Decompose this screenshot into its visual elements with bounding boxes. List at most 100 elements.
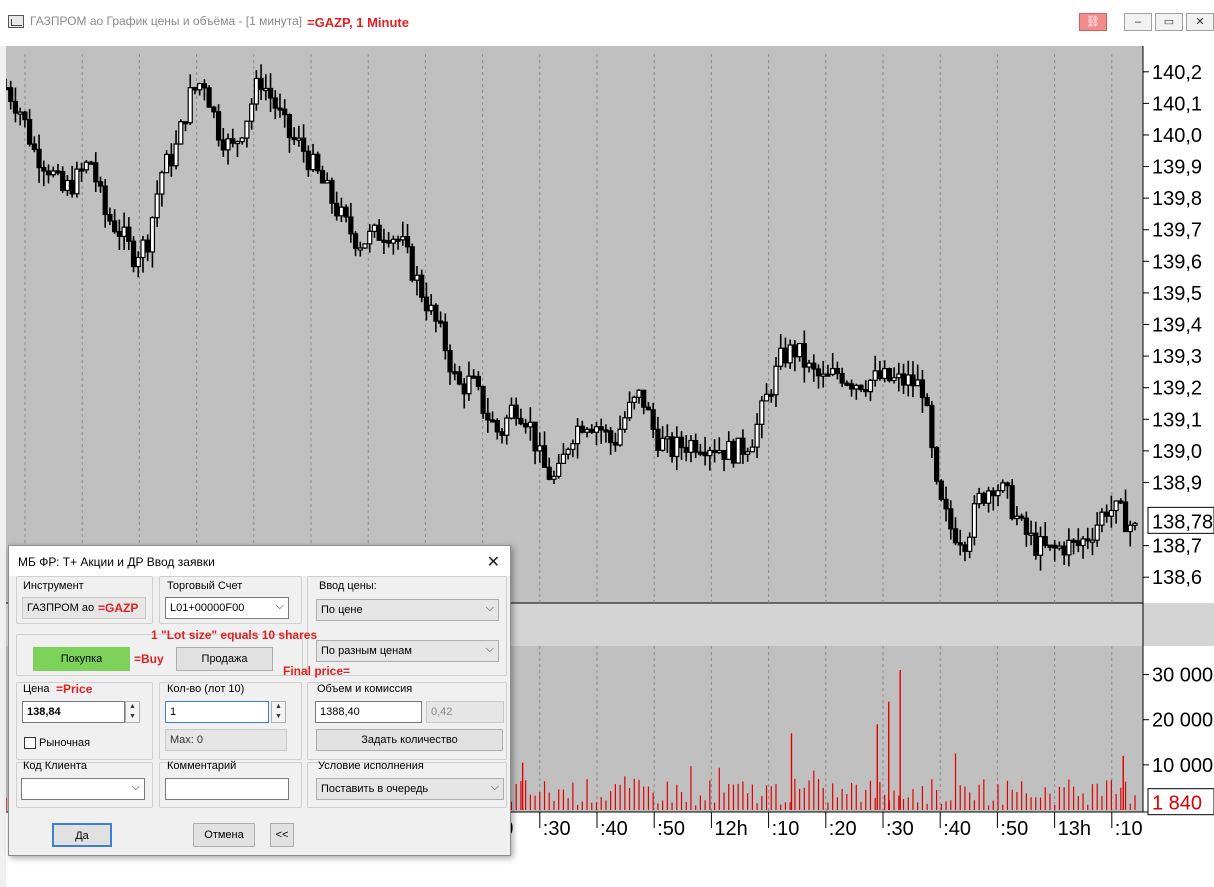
- candle-body: [669, 436, 675, 458]
- candle-body: [154, 193, 160, 219]
- candle-body: [1000, 482, 1006, 492]
- instrument-annotation: =GAZP: [98, 601, 139, 615]
- candle-body: [943, 498, 949, 510]
- candle-body: [1089, 539, 1096, 543]
- comment-input[interactable]: [165, 778, 289, 800]
- quantity-value: 1: [170, 706, 177, 718]
- candle-body: [825, 373, 831, 377]
- candle-body: [178, 121, 184, 145]
- candle-body: [938, 480, 944, 500]
- candle-body: [376, 224, 382, 241]
- candle-body: [688, 439, 694, 453]
- price-stepper[interactable]: ▲ ▼: [125, 701, 140, 723]
- price-mode-select[interactable]: По цене ⌵: [316, 599, 499, 621]
- candle-body: [55, 170, 61, 174]
- candle-body: [107, 213, 113, 222]
- time-label: 13h: [1058, 818, 1091, 840]
- candle-body: [995, 490, 1001, 497]
- time-label: :50: [657, 818, 685, 840]
- candle-body: [933, 446, 940, 482]
- condition-select[interactable]: Поставить в очередь ⌵: [316, 778, 504, 800]
- candle-body: [296, 137, 302, 141]
- candle-body: [872, 370, 878, 381]
- price-input[interactable]: 138,84: [22, 701, 125, 723]
- candle-body: [1070, 539, 1077, 543]
- candle-body: [707, 449, 713, 457]
- quantity-input[interactable]: 1: [165, 701, 269, 723]
- stepper-up-icon[interactable]: ▲: [126, 702, 139, 712]
- candle-body: [952, 528, 959, 544]
- candle-body: [754, 423, 760, 448]
- ok-button[interactable]: Да: [52, 823, 112, 847]
- candle-body: [641, 389, 647, 408]
- price-tick-label: 139,7: [1152, 220, 1202, 242]
- candle-body: [773, 365, 779, 396]
- candle-body: [551, 475, 557, 480]
- candle-body: [447, 349, 453, 373]
- quantity-label: Кол-во (лот 10): [167, 683, 245, 695]
- buy-button[interactable]: Покупка: [33, 647, 130, 671]
- candle-body: [792, 344, 798, 358]
- candle-body: [112, 220, 118, 233]
- candle-body: [1099, 511, 1105, 526]
- candle-body: [471, 375, 477, 379]
- link-icon[interactable]: ⛓: [1079, 13, 1107, 31]
- candle-body: [452, 371, 458, 375]
- candle-body: [820, 373, 826, 377]
- candle-body: [404, 236, 411, 248]
- candle-body: [711, 449, 718, 454]
- candle-body: [1132, 522, 1138, 526]
- price-mode-value: По цене: [321, 604, 363, 616]
- candle-body: [395, 238, 401, 242]
- set-quantity-button[interactable]: Задать количество: [316, 729, 503, 751]
- sell-button[interactable]: Продажа: [176, 647, 273, 671]
- time-label: :40: [943, 818, 971, 840]
- candle-body: [371, 224, 378, 232]
- dialog-title: МБ ФР: Т+ Акции и ДР Ввод заявки: [18, 555, 215, 569]
- candle-body: [778, 347, 784, 367]
- candle-body: [126, 226, 132, 242]
- candle-body: [976, 492, 982, 505]
- collapse-button[interactable]: <<: [270, 823, 294, 847]
- candle-body: [494, 420, 500, 433]
- candle-body: [97, 181, 104, 187]
- candle-body: [64, 179, 71, 192]
- dialog-close-button[interactable]: ✕: [487, 552, 500, 572]
- stepper-down-icon[interactable]: ▼: [126, 712, 139, 722]
- maximize-button[interactable]: ▭: [1155, 13, 1183, 31]
- candle-body: [197, 83, 203, 91]
- price-tick-label: 139,1: [1152, 409, 1202, 431]
- candle-body: [1113, 500, 1119, 512]
- market-checkbox[interactable]: [24, 737, 36, 749]
- candle-body: [352, 233, 359, 250]
- candle-body: [466, 375, 472, 395]
- minimize-button[interactable]: ‒: [1124, 13, 1152, 31]
- time-label: :10: [772, 818, 800, 840]
- candle-body: [461, 383, 467, 395]
- account-select[interactable]: L01+00000F00 ⌵: [165, 597, 289, 619]
- stepper-up-icon[interactable]: ▲: [272, 702, 285, 712]
- candle-body: [579, 425, 585, 433]
- candle-body: [192, 87, 198, 91]
- quantity-stepper[interactable]: ▲ ▼: [271, 701, 286, 723]
- candle-body: [990, 490, 996, 497]
- candle-body: [655, 428, 661, 451]
- candle-body: [60, 170, 66, 192]
- close-button[interactable]: ✕: [1186, 13, 1214, 31]
- stepper-down-icon[interactable]: ▼: [272, 712, 285, 722]
- price-tick-label: 139,8: [1152, 188, 1202, 210]
- cancel-button[interactable]: Отмена: [193, 823, 255, 847]
- final-price-annotation: Final price=: [283, 664, 351, 678]
- candle-body: [726, 440, 732, 460]
- candle-body: [1127, 524, 1133, 533]
- candle-body: [135, 256, 141, 268]
- candle-body: [69, 179, 75, 195]
- candle-body: [315, 153, 321, 172]
- price-mode2-select[interactable]: По разным ценам ⌵: [316, 640, 499, 662]
- client-select[interactable]: ⌵: [21, 778, 145, 800]
- candle-body: [1033, 532, 1039, 556]
- price-tick-label: 139,6: [1152, 251, 1202, 273]
- price-tick-label: 139,5: [1152, 283, 1202, 305]
- candle-body: [896, 373, 902, 379]
- candle-body: [1023, 517, 1029, 535]
